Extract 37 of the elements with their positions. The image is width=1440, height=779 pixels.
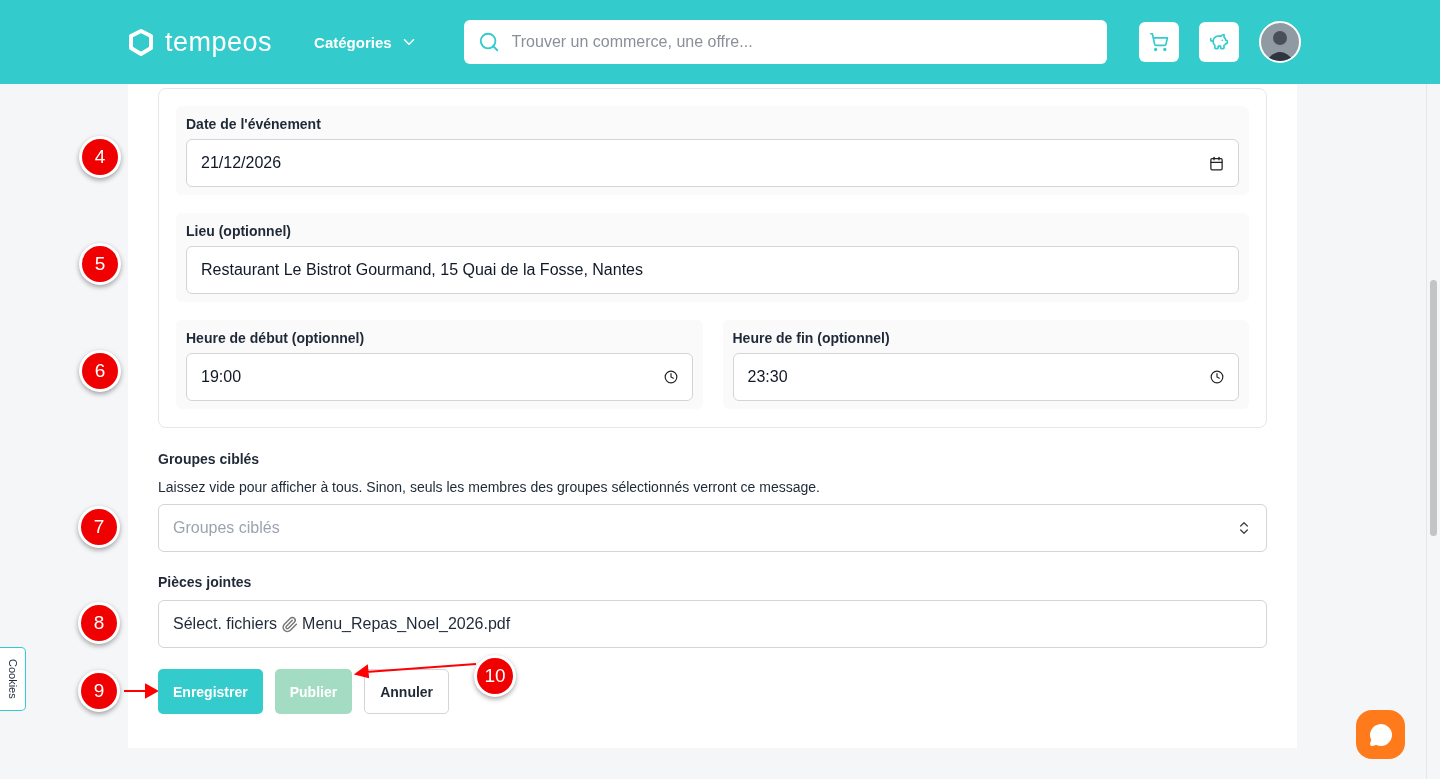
text-field[interactable]: Restaurant Le Bistrot Gourmand, 15 Quai de la Fosse, Nantes <box>186 246 1239 294</box>
search-icon <box>477 31 500 53</box>
chat-button[interactable] <box>1356 710 1405 759</box>
field-label: Heure de début (optionnel) <box>186 330 366 346</box>
chat-icon <box>1368 722 1393 747</box>
avatar[interactable] <box>1258 21 1301 63</box>
cookies-tab[interactable]: Cookies <box>0 647 26 711</box>
time-field[interactable]: 23:30 <box>732 353 1239 401</box>
arrow <box>124 683 158 699</box>
step-marker: 9 <box>78 670 120 712</box>
field-label: Pièces jointes <box>158 574 253 590</box>
time-field[interactable]: 19:00 <box>186 353 693 401</box>
cart-icon <box>1148 32 1169 52</box>
choose-files-label[interactable]: Sélect. fichiers <box>173 615 278 633</box>
paperclip-icon <box>281 615 299 633</box>
cancel-button[interactable]: Annuler <box>364 669 450 714</box>
step-marker: 6 <box>79 350 121 392</box>
step-marker: 7 <box>78 506 120 548</box>
logo-icon <box>127 28 155 56</box>
field-label: Heure de fin (optionnel) <box>732 330 891 346</box>
field-label: Lieu (optionnel) <box>186 223 292 239</box>
step-marker: 4 <box>79 136 121 178</box>
piggy-bank-icon <box>1208 32 1229 52</box>
step-marker: 10 <box>474 655 516 697</box>
clock-icon[interactable] <box>663 370 678 384</box>
search-field[interactable]: Trouver un commerce, une offre... <box>463 20 1107 64</box>
calendar-icon[interactable] <box>1209 155 1224 171</box>
clock-icon[interactable] <box>1210 370 1224 384</box>
file-name: Menu_Repas_Noel_2026.pdf <box>302 615 511 633</box>
help-text: Laissez vide pour afficher à tous. Sinon, seuls les membres des groupes sélectionnés verront ce message. <box>158 479 821 495</box>
scrollbar[interactable] <box>1426 84 1440 779</box>
field-label: Date de l'événement <box>186 116 322 132</box>
date-field[interactable]: 21/12/2026 <box>186 139 1239 187</box>
step-marker: 5 <box>79 243 121 285</box>
file-field[interactable]: Sélect. fichiers Menu_Repas_Noel_2026.pdf <box>158 600 1267 648</box>
field-label: Groupes ciblés <box>158 451 261 467</box>
step-marker: 8 <box>78 602 120 644</box>
